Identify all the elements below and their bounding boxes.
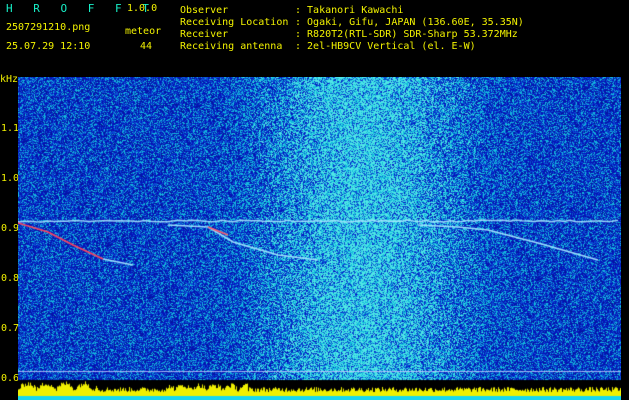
file-name: 2507291210.png: [6, 22, 91, 33]
meteor-label: meteor: [125, 26, 162, 37]
info-location-key: Receiving Location: [180, 17, 289, 28]
info-antenna-key: Receiving antenna: [180, 41, 283, 52]
info-location-value: : Ogaki, Gifu, JAPAN (136.60E, 35.35N): [295, 17, 524, 28]
y-tick-label: 0.8: [1, 273, 20, 284]
y-tick-label: 1.1: [1, 123, 20, 134]
y-axis-unit: kHz: [0, 74, 19, 85]
meteor-count: 44: [140, 41, 153, 52]
info-receiver-key: Receiver: [180, 29, 229, 40]
y-tick-label: 0.6: [1, 373, 20, 384]
info-observer-key: Observer: [180, 5, 229, 16]
y-tick-label: 0.9: [1, 223, 20, 234]
info-antenna-value: : 2el-HB9CV Vertical (el. E-W): [295, 41, 476, 52]
header-panel: H R O F F T 1.0.0 2507291210.png meteor …: [0, 0, 629, 74]
y-tick-label: 0.7: [1, 323, 20, 334]
spectrogram-canvas: [18, 77, 621, 400]
info-receiver-value: : R820T2(RTL-SDR) SDR-Sharp 53.372MHz: [295, 29, 518, 40]
spectrogram: [18, 77, 621, 400]
y-tick-label: 1.0: [1, 173, 20, 184]
timestamp: 25.07.29 12:10: [6, 41, 91, 52]
info-observer-value: : Takanori Kawachi: [295, 5, 404, 16]
app-version: 1.0.0: [127, 3, 158, 14]
